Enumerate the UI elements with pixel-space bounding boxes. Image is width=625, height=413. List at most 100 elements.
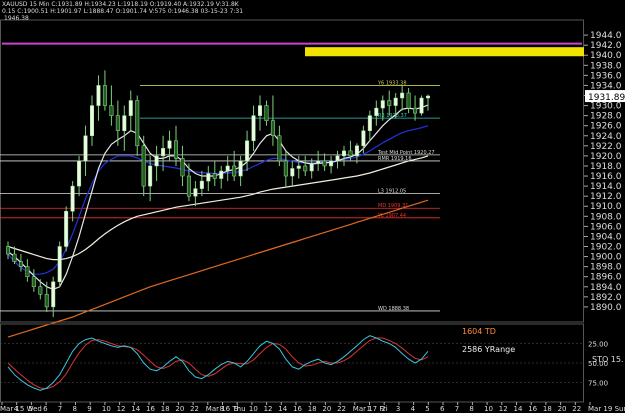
price-tick-label: 1904.0 xyxy=(590,232,622,242)
candle-body xyxy=(51,281,56,308)
candle-body xyxy=(25,266,30,277)
price-chart[interactable]: Y6 1933.38R3 1928.37Test Mid Point 1920.… xyxy=(0,0,625,413)
price-tick-label: 1934.0 xyxy=(590,81,622,91)
price-tick-label: 1940.0 xyxy=(590,51,622,61)
time-tick-label: 10 xyxy=(249,405,258,413)
last-price-label: 1931.89 xyxy=(588,93,625,103)
candle-body xyxy=(180,158,185,177)
level-label: MD 1909.31 xyxy=(378,203,408,209)
time-tick-label: 10 xyxy=(102,405,111,413)
price-tick-label: 1894.0 xyxy=(590,283,622,293)
candle-body xyxy=(135,100,140,147)
candle-body xyxy=(367,115,372,131)
time-tick-label: 18 xyxy=(161,405,170,413)
candle-body xyxy=(290,168,295,177)
time-tick-label: 14 xyxy=(131,405,140,413)
time-tick-label: 20 xyxy=(558,405,567,413)
time-tick-label: Mar 15 Wed xyxy=(0,405,42,413)
price-tick-label: 1902.0 xyxy=(590,243,622,253)
candle-body xyxy=(199,180,204,189)
level-label: YL 1907.44 xyxy=(377,213,406,219)
candle-body xyxy=(154,155,159,167)
time-tick-label: 1 xyxy=(367,405,371,413)
candle-body xyxy=(115,115,120,131)
time-tick-label: 5 xyxy=(28,405,32,413)
time-tick-label: 20 xyxy=(322,405,331,413)
candle-body xyxy=(354,145,359,157)
candle-body xyxy=(322,160,327,167)
time-tick-label: 8 xyxy=(220,405,224,413)
candle-body xyxy=(303,165,308,172)
candle-body xyxy=(102,85,107,106)
candle-body xyxy=(64,211,69,247)
candle-body xyxy=(309,163,314,172)
candle-body xyxy=(270,120,275,137)
candle-body xyxy=(18,261,23,267)
time-tick-label: 16 xyxy=(293,405,302,413)
sto-label: STO 15. xyxy=(592,355,624,364)
price-tick-label: 1916.0 xyxy=(590,172,622,182)
time-tick-label: 18 xyxy=(308,405,317,413)
time-tick-label: 16 xyxy=(528,405,537,413)
price-tick-label: 1914.0 xyxy=(590,182,622,192)
price-tick-label: 1900.0 xyxy=(590,253,622,263)
indicator-header: 0.15 C:1900.51 H:1901.97 L:1888.47 O:190… xyxy=(2,8,244,15)
time-tick-label: 5 xyxy=(425,405,429,413)
candle-body xyxy=(419,97,424,114)
time-tick-label: Mar 16 Thu xyxy=(206,405,246,413)
time-tick-label: 7 xyxy=(58,405,62,413)
price-tick-label: 1890.0 xyxy=(590,303,622,313)
price-tick-label: 1906.0 xyxy=(590,222,622,232)
time-tick-label: 4 xyxy=(411,405,416,413)
candle-body xyxy=(348,150,353,157)
candle-body xyxy=(38,286,43,295)
level-label: L3 1912.05 xyxy=(378,189,406,195)
price-tick-label: 1892.0 xyxy=(590,293,622,303)
candle-body xyxy=(44,294,49,308)
candle-body xyxy=(167,140,172,149)
candle-body xyxy=(374,107,379,116)
candle-body xyxy=(31,276,36,288)
candle-body xyxy=(296,165,301,169)
candle-body xyxy=(186,175,191,197)
price-tick-label: 1924.0 xyxy=(590,132,622,142)
candle-body xyxy=(426,95,430,99)
candle-body xyxy=(109,105,114,116)
candle-body xyxy=(380,100,385,109)
time-tick-label: 8 xyxy=(469,405,473,413)
candle-body xyxy=(393,97,398,106)
candle-body xyxy=(329,160,334,167)
time-tick-label: 2 xyxy=(381,405,385,413)
candle-body xyxy=(251,115,256,142)
price-tick-label: 1922.0 xyxy=(590,142,622,152)
candle-body xyxy=(193,188,198,197)
time-tick-label: 6 xyxy=(440,405,445,413)
time-tick-label: 10 xyxy=(484,405,493,413)
price-tick-label: 1920.0 xyxy=(590,152,622,162)
time-tick-label: 14 xyxy=(514,405,523,413)
candle-body xyxy=(264,105,269,121)
stoch-level-label: 75.00 xyxy=(588,380,608,388)
time-tick-label: 18 xyxy=(543,405,552,413)
time-tick-label: 12 xyxy=(264,405,273,413)
time-tick-label: Mar 19 Sun xyxy=(588,405,625,413)
time-tick-label: 22 xyxy=(337,405,346,413)
candle-body xyxy=(238,160,243,177)
highlight-band xyxy=(305,47,584,57)
candle-body xyxy=(174,140,178,159)
time-tick-label: 12 xyxy=(499,405,508,413)
candle-body xyxy=(122,115,127,131)
candle-body xyxy=(387,100,392,106)
candle-body xyxy=(90,105,94,137)
candle-body xyxy=(6,246,10,255)
price-tick-label: 1926.0 xyxy=(590,122,622,132)
candle-body xyxy=(245,140,250,162)
price-tick-label: 1936.0 xyxy=(590,71,622,81)
candle-body xyxy=(161,148,166,157)
candle-body xyxy=(258,105,262,116)
price-tick-label: 1912.0 xyxy=(590,192,622,202)
candle-body xyxy=(361,130,366,147)
candle-body xyxy=(83,135,88,162)
stoch-level-label: 25.00 xyxy=(588,341,608,349)
candle-body xyxy=(77,160,82,187)
